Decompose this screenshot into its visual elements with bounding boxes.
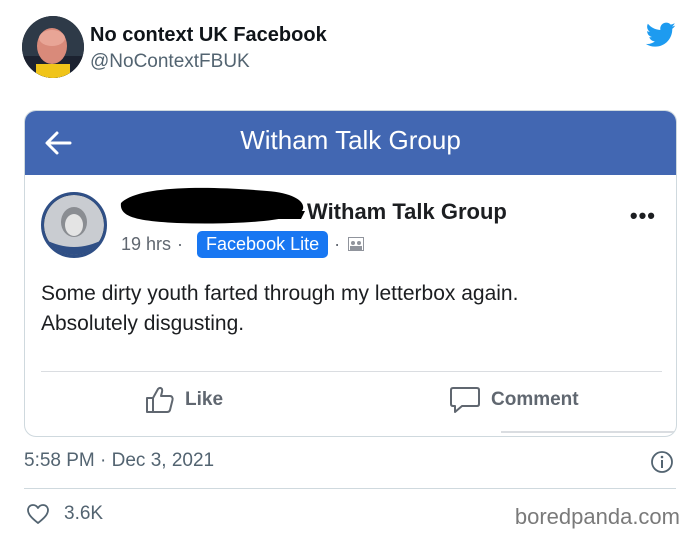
tweet-header: No context UK Facebook @NoContextFBUK [22, 16, 682, 80]
likes[interactable]: 3.6K [26, 501, 103, 527]
facebook-screenshot: Witham Talk Group Witham Talk Group ••• … [24, 110, 677, 437]
more-options-icon[interactable]: ••• [630, 203, 656, 229]
bottom-divider [501, 431, 676, 433]
post-text-line-1: Some dirty youth farted through my lette… [41, 282, 519, 305]
display-name[interactable]: No context UK Facebook [90, 24, 327, 47]
info-icon[interactable] [650, 450, 674, 474]
like-label: Like [185, 389, 224, 410]
tweet-divider [24, 488, 676, 489]
app-badge: Facebook Lite [197, 230, 329, 258]
poster-avatar[interactable] [41, 192, 107, 258]
thumbs-up-icon [146, 387, 174, 413]
post-time-ago: 19 hrs [121, 233, 172, 254]
group-name[interactable]: Witham Talk Group [307, 199, 507, 225]
group-privacy-icon [348, 237, 365, 251]
user-handle[interactable]: @NoContextFBUK [90, 51, 250, 73]
heart-icon[interactable] [26, 503, 50, 525]
facebook-header-title: Witham Talk Group [240, 125, 461, 155]
likes-count: 3.6K [64, 503, 104, 524]
comment-bubble-icon [450, 387, 480, 413]
user-avatar[interactable] [22, 16, 84, 78]
tweet-timestamp[interactable]: 5:58 PM · Dec 3, 2021 [24, 450, 214, 472]
facebook-header-bar: Witham Talk Group [25, 111, 676, 175]
post-meta: 19 hrs · Facebook Lite · [121, 229, 365, 259]
like-button[interactable]: Like [145, 383, 223, 417]
twitter-bird-icon [646, 22, 676, 47]
post-divider [41, 371, 662, 372]
comment-button[interactable]: Comment [449, 383, 579, 417]
watermark: boredpanda.com [514, 504, 680, 529]
comment-label: Comment [491, 389, 579, 410]
meta-separator: · [177, 233, 184, 254]
post-text-line-2: Absolutely disgusting. [41, 312, 245, 335]
redacted-name-scribble [120, 187, 305, 224]
meta-separator-2: · [334, 233, 341, 254]
post-text: Some dirty youth farted through my lette… [41, 279, 661, 339]
